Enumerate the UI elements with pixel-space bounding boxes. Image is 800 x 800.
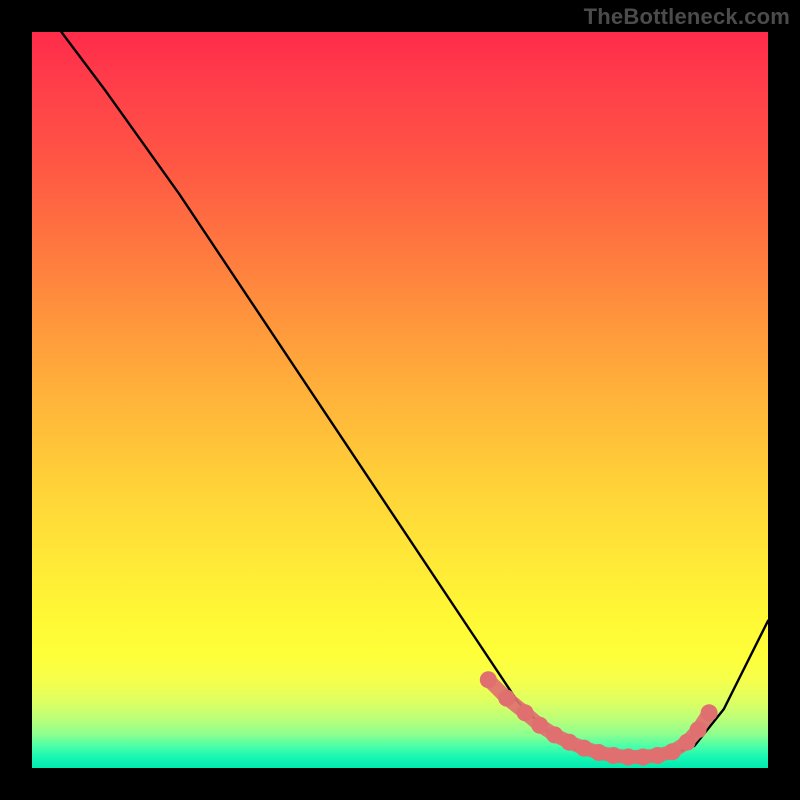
highlight-dot [605, 747, 622, 764]
watermark-text: TheBottleneck.com [584, 4, 790, 30]
highlight-zone [480, 671, 718, 765]
highlight-dot [620, 749, 637, 766]
plot-area [32, 32, 768, 768]
curve-path [61, 32, 768, 759]
curve-svg [32, 32, 768, 768]
highlight-dot [634, 749, 651, 766]
highlight-dot [531, 717, 548, 734]
highlight-dot [517, 704, 534, 721]
highlight-dot [649, 747, 666, 764]
highlight-dot [480, 671, 497, 688]
highlight-dot [590, 744, 607, 761]
highlight-dot [546, 726, 563, 743]
chart-frame: TheBottleneck.com [0, 0, 800, 800]
highlight-dot [576, 740, 593, 757]
highlight-dot [498, 690, 515, 707]
highlight-dot [690, 721, 707, 738]
highlight-dot [701, 704, 718, 721]
highlight-dot [664, 743, 681, 760]
highlight-dot [561, 734, 578, 751]
